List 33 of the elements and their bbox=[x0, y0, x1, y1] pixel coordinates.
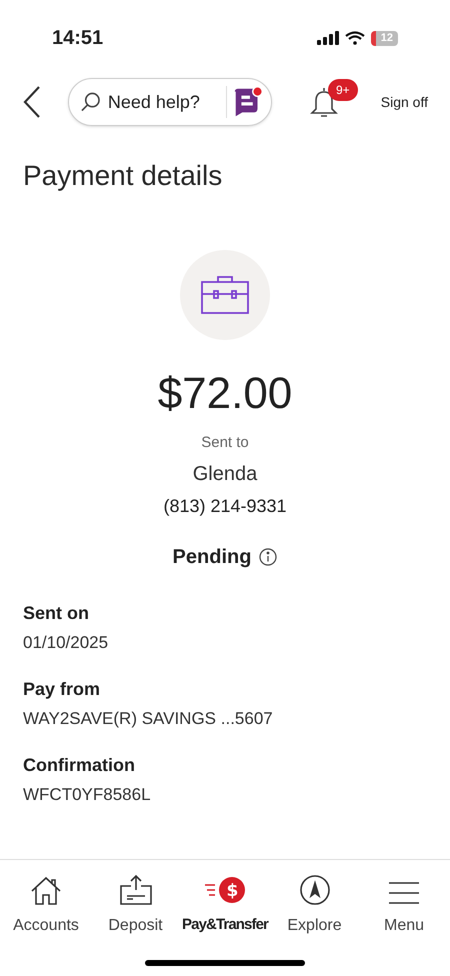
status-time: 14:51 bbox=[52, 26, 104, 51]
sent-to-label: Sent to bbox=[201, 433, 249, 453]
payment-amount: $72.00 bbox=[158, 368, 292, 420]
search-input[interactable]: Need help? bbox=[108, 88, 222, 116]
back-icon[interactable] bbox=[22, 85, 42, 119]
notification-badge: 9+ bbox=[328, 79, 358, 101]
tab-item[interactable]: Deposit bbox=[92, 872, 180, 938]
tab-item[interactable]: $ Pay&Transfer bbox=[181, 872, 269, 938]
battery-indicator: 12 bbox=[370, 30, 398, 46]
payment-status: Pending bbox=[172, 544, 252, 570]
recipient-phone: (813) 214-9331 bbox=[163, 494, 287, 518]
sign-off-link[interactable]: Sign off bbox=[380, 92, 428, 112]
detail-label: Confirmation bbox=[23, 754, 136, 776]
house-icon bbox=[30, 876, 62, 906]
tab-item[interactable]: Menu bbox=[360, 872, 448, 938]
signal-icon bbox=[316, 31, 339, 45]
detail-value: WFCT0YF8586L bbox=[23, 784, 152, 806]
detail-label: Sent on bbox=[23, 602, 90, 624]
compass-icon bbox=[298, 874, 330, 906]
bell-icon[interactable] bbox=[310, 85, 338, 119]
wifi-icon bbox=[344, 31, 365, 45]
detail-label: Pay from bbox=[23, 678, 102, 700]
detail-value: 01/10/2025 bbox=[23, 632, 110, 654]
deposit-icon bbox=[118, 874, 152, 906]
info-icon[interactable] bbox=[259, 548, 278, 566]
tab-item[interactable]: Accounts bbox=[2, 872, 90, 938]
menu-icon bbox=[388, 880, 420, 906]
detail-value: WAY2SAVE(R) SAVINGS ...5607 bbox=[23, 708, 274, 730]
page-title: Payment details bbox=[22, 159, 224, 193]
search-icon bbox=[81, 91, 102, 113]
tab-item[interactable]: Explore bbox=[270, 872, 358, 938]
search-field[interactable]: Need help? bbox=[68, 78, 272, 126]
recipient-name: Glenda bbox=[192, 462, 258, 486]
